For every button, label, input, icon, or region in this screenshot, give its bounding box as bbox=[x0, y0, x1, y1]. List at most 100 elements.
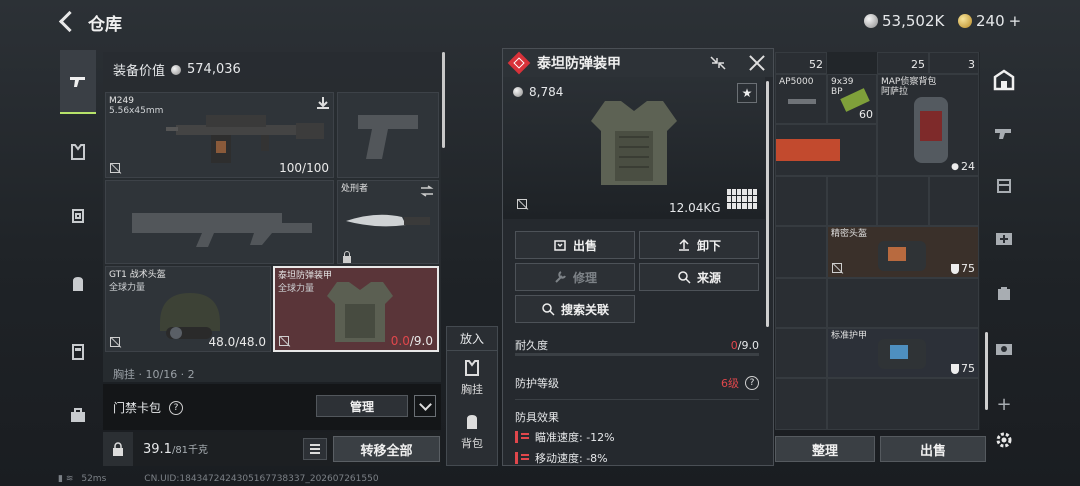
equipment-scrollbar[interactable] bbox=[442, 52, 445, 148]
transfer-all-button[interactable]: 转移全部 bbox=[333, 436, 440, 462]
rail-misc-tab[interactable] bbox=[990, 334, 1018, 362]
lock-icon bbox=[343, 251, 351, 263]
carry-weight: 39.1/81千克 bbox=[143, 441, 208, 457]
ammo-item[interactable]: 9x39 BP 60 bbox=[827, 74, 877, 124]
user-uid: CN.UID:1843472424305167738337_2026072615… bbox=[144, 474, 379, 484]
melee-slot[interactable]: 处刑者 bbox=[337, 180, 439, 264]
pistol-placeholder-icon bbox=[358, 115, 418, 159]
rail-backpack-tab[interactable] bbox=[60, 266, 96, 302]
silver-coin-icon bbox=[513, 87, 523, 97]
ammo-image bbox=[788, 99, 816, 104]
rail-medical-tab[interactable] bbox=[990, 224, 1018, 252]
storage-item[interactable]: 52 bbox=[775, 52, 827, 74]
rail-case-tab[interactable] bbox=[60, 398, 96, 434]
empty-cell[interactable] bbox=[775, 176, 827, 226]
durability-label: 耐久度 bbox=[515, 339, 548, 352]
gold-currency[interactable]: 240 + bbox=[958, 12, 1021, 30]
case-item[interactable] bbox=[775, 124, 877, 176]
lock-button[interactable] bbox=[103, 432, 133, 466]
rail-vest-tab[interactable] bbox=[60, 134, 96, 170]
help-icon[interactable]: ? bbox=[745, 376, 759, 390]
rail-armor-tab[interactable] bbox=[60, 198, 96, 234]
collapse-icon[interactable] bbox=[709, 55, 727, 71]
helmet-bag-item[interactable]: 精密头盔 75 bbox=[827, 226, 979, 278]
gold-coin-icon bbox=[958, 14, 972, 28]
silver-currency: 53,502K bbox=[864, 12, 944, 30]
close-icon[interactable] bbox=[747, 53, 767, 73]
effects-label: 防具效果 bbox=[515, 411, 559, 424]
rail-all-tab[interactable] bbox=[990, 66, 1018, 94]
carry-weight-value: 39.1 bbox=[143, 442, 172, 457]
sell-button[interactable]: 出售 bbox=[880, 436, 986, 462]
empty-cell[interactable] bbox=[827, 278, 979, 328]
empty-cell[interactable] bbox=[929, 176, 979, 226]
weapon-name: M249 bbox=[109, 96, 134, 106]
sort-button[interactable]: 整理 bbox=[775, 436, 875, 462]
empty-cell[interactable] bbox=[775, 378, 827, 430]
empty-cell[interactable] bbox=[877, 176, 929, 226]
primary-weapon-slot[interactable]: M249 5.56x45mm 100/100 bbox=[105, 92, 334, 178]
empty-cell[interactable] bbox=[775, 226, 827, 278]
add-icon[interactable]: + bbox=[990, 390, 1018, 418]
settings-button[interactable] bbox=[990, 426, 1018, 454]
search-related-button[interactable]: 搜索关联 bbox=[515, 295, 635, 323]
ping-value: 52ms bbox=[81, 474, 107, 484]
favorite-star-icon[interactable]: ★ bbox=[737, 83, 757, 103]
camera-icon bbox=[996, 344, 1012, 355]
unequip-button[interactable]: 卸下 bbox=[639, 231, 759, 259]
help-icon[interactable]: ? bbox=[169, 400, 184, 415]
swap-icon[interactable] bbox=[420, 185, 434, 197]
sell-item-button[interactable]: 出售 bbox=[515, 231, 635, 259]
item-price: 8,784 bbox=[513, 85, 563, 99]
armor-bag-item[interactable]: 标准护甲 75 bbox=[827, 328, 979, 378]
rail-consumables-tab[interactable] bbox=[990, 280, 1018, 308]
list-icon bbox=[310, 444, 320, 454]
equipment-value-amount: 574,036 bbox=[187, 62, 241, 77]
helmet-durability: 48.0/48.0 bbox=[208, 335, 266, 349]
secondary-weapon-slot[interactable] bbox=[105, 180, 334, 264]
detail-title: 泰坦防弹装甲 bbox=[537, 56, 621, 72]
rail-container-tab[interactable] bbox=[60, 334, 96, 370]
detail-scrollbar[interactable] bbox=[766, 81, 769, 327]
helmet-name: GT1 战术头盔 bbox=[109, 270, 166, 280]
storage-item[interactable]: 3 bbox=[929, 52, 979, 74]
silver-coin-icon bbox=[864, 14, 878, 28]
rail-weapons-tab[interactable] bbox=[990, 118, 1018, 146]
search-icon bbox=[542, 303, 555, 316]
storage-grid: 52 25 3 AP5000 9x39 BP 60 MAP侦察背包 阿萨拉 ● 24 … bbox=[775, 52, 980, 430]
durability-value: 0/9.0 bbox=[730, 338, 759, 352]
chevron-down-icon[interactable] bbox=[414, 395, 436, 417]
manage-button[interactable]: 管理 bbox=[316, 395, 408, 417]
rail-weapon-tab[interactable] bbox=[60, 50, 96, 114]
knife-image bbox=[346, 214, 430, 227]
backpack-item[interactable]: MAP侦察背包 阿萨拉 ● 24 bbox=[877, 74, 979, 176]
source-button[interactable]: 来源 bbox=[639, 263, 759, 291]
put-in-panel: 放入 胸挂 背包 bbox=[446, 326, 498, 466]
back-arrow-icon[interactable] bbox=[56, 10, 78, 32]
empty-cell[interactable] bbox=[775, 278, 827, 328]
empty-cell[interactable] bbox=[827, 378, 979, 430]
ammo-item[interactable]: AP5000 bbox=[775, 74, 827, 124]
empty-cell[interactable] bbox=[775, 328, 827, 378]
equipment-value-label: 装备价值 bbox=[113, 64, 166, 79]
pistol-slot[interactable] bbox=[337, 92, 439, 178]
add-currency-icon[interactable]: + bbox=[1009, 12, 1022, 30]
protection-label: 防护等级 bbox=[515, 377, 559, 390]
storage-item[interactable]: 25 bbox=[877, 52, 929, 74]
item-size-grid-icon bbox=[727, 189, 757, 209]
armor-durability: 0.0/9.0 bbox=[390, 334, 433, 348]
empty-cell[interactable] bbox=[827, 176, 877, 226]
put-in-backpack-button[interactable]: 背包 bbox=[447, 405, 497, 459]
rail-equipment-tab[interactable] bbox=[990, 172, 1018, 200]
put-in-chest-button[interactable]: 胸挂 bbox=[447, 351, 497, 405]
list-view-button[interactable] bbox=[303, 438, 327, 460]
helmet-slot[interactable]: GT1 战术头盔 全球力量 48.0/48.0 bbox=[105, 266, 271, 352]
keycard-bar: 门禁卡包 ? 管理 bbox=[103, 384, 441, 430]
lock-icon bbox=[113, 442, 123, 456]
backpack-image bbox=[914, 97, 948, 163]
repair-button[interactable]: 修理 bbox=[515, 263, 635, 291]
item-weight: 12.04KG bbox=[669, 201, 721, 215]
helmet-faction: 全球力量 bbox=[109, 283, 146, 293]
melee-name: 处刑者 bbox=[341, 184, 369, 194]
armor-slot[interactable]: 泰坦防弹装甲 全球力量 0.0/9.0 bbox=[273, 266, 439, 352]
